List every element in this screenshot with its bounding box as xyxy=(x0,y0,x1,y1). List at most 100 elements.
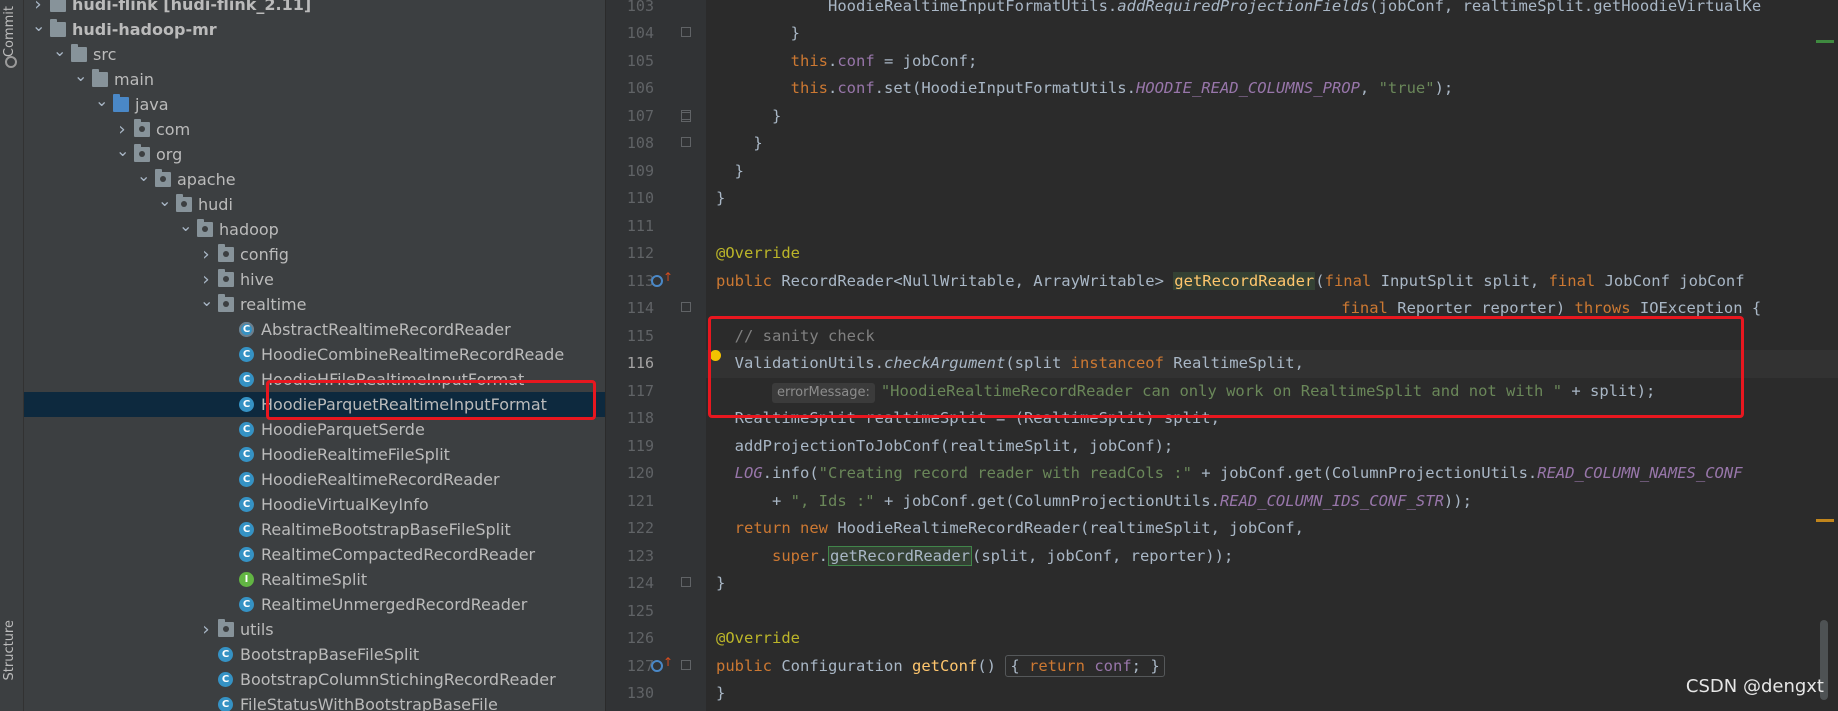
tree-item-file[interactable]: C RealtimeUnmergedRecordReader xyxy=(24,592,605,617)
line-number: 124 xyxy=(626,574,654,592)
fold-marker-icon[interactable] xyxy=(681,302,691,312)
chevron-down-icon[interactable]: ⌄ xyxy=(32,13,45,38)
line-number: 119 xyxy=(626,436,654,455)
tree-item-folder[interactable]: ⌄ apache xyxy=(24,166,605,192)
code-line[interactable]: LOG.info("Creating record reader with re… xyxy=(706,460,1838,488)
code-line[interactable]: super. getRecordReader (split, jobConf, re… xyxy=(706,543,1838,571)
tree-item-folder[interactable]: ⌄ main xyxy=(24,66,605,92)
line-number: 106 xyxy=(626,79,654,97)
lightbulb-icon[interactable] xyxy=(710,350,721,361)
tree-item-folder[interactable]: ⌄ hudi xyxy=(24,191,605,217)
tree-item-folder[interactable]: › hudi-flink [hudi-flink_2.11] xyxy=(24,0,605,17)
fold-marker-icon[interactable] xyxy=(681,660,691,670)
chevron-right-icon[interactable]: › xyxy=(200,242,212,267)
tree-item-file[interactable]: C HoodieRealtimeRecordReader xyxy=(24,467,605,492)
line-number: 127 xyxy=(626,656,654,675)
implements-arrow-icon[interactable]: ↑ xyxy=(663,655,673,669)
line-number: 130 xyxy=(626,684,654,702)
code-line[interactable]: } xyxy=(706,103,1838,131)
chevron-down-icon[interactable]: ⌄ xyxy=(200,288,213,313)
code-line[interactable] xyxy=(706,213,1838,241)
chevron-down-icon[interactable]: ⌄ xyxy=(179,213,192,238)
package-icon xyxy=(218,244,234,262)
editor-gutter: 103 104 105 106 107 108 109 110 111 112 113 114 115 1… xyxy=(606,0,706,711)
tree-item-label: HoodieParquetSerde xyxy=(261,420,425,439)
line-number: 103 xyxy=(626,0,654,15)
chevron-down-icon[interactable]: ⌄ xyxy=(158,188,171,213)
fold-marker-icon[interactable] xyxy=(681,577,691,587)
tree-item-folder[interactable]: ⌄ src xyxy=(24,41,605,67)
code-line[interactable]: + ", Ids :" + jobConf.get(ColumnProjecti… xyxy=(706,488,1838,516)
override-method-icon[interactable] xyxy=(651,660,663,672)
change-marker[interactable] xyxy=(1816,40,1834,43)
fold-marker-icon[interactable] xyxy=(681,112,691,122)
code-line[interactable]: addProjectionToJobConf(realtimeSplit, jo… xyxy=(706,433,1838,461)
tree-item-label: hudi-hadoop-mr xyxy=(72,20,217,39)
class-icon: C xyxy=(218,672,233,687)
tree-item-file[interactable]: C RealtimeBootstrapBaseFileSplit xyxy=(24,517,605,542)
tree-item-file[interactable]: C AbstractRealtimeRecordReader xyxy=(24,317,605,342)
code-line[interactable]: } xyxy=(706,185,1838,213)
code-line[interactable]: @Override xyxy=(706,625,1838,653)
tree-item-file[interactable]: C HoodieHFileRealtimeInputFormat xyxy=(24,367,605,392)
tree-item-file[interactable]: C HoodieParquetRealtimeInputFormat xyxy=(24,392,605,417)
code-line[interactable]: } xyxy=(706,20,1838,48)
tree-item-folder[interactable]: › hive xyxy=(24,267,605,292)
chevron-down-icon[interactable]: ⌄ xyxy=(74,63,87,88)
code-line[interactable]: errorMessage: "HoodieRealtimeRecordReader… xyxy=(706,378,1838,406)
chevron-down-icon[interactable]: ⌄ xyxy=(53,38,66,63)
implements-arrow-icon[interactable]: ↑ xyxy=(663,270,673,284)
line-number: 125 xyxy=(626,601,654,620)
tree-item-file[interactable]: C HoodieParquetSerde xyxy=(24,417,605,442)
code-line[interactable]: // sanity check xyxy=(706,323,1838,351)
tree-item-file[interactable]: C BootstrapBaseFileSplit xyxy=(24,642,605,667)
commit-icon xyxy=(5,56,17,68)
tree-item-folder[interactable]: › config xyxy=(24,242,605,267)
tree-item-label: HoodieCombineRealtimeRecordReade xyxy=(261,345,565,364)
tree-item-folder[interactable]: ⌄ org xyxy=(24,141,605,167)
project-tree[interactable]: › hudi-flink [hudi-flink_2.11] ⌄ hudi-hadoo… xyxy=(24,0,606,711)
tree-item-file[interactable]: I RealtimeSplit xyxy=(24,567,605,592)
tree-item-file[interactable]: C HoodieRealtimeFileSplit xyxy=(24,442,605,467)
chevron-right-icon[interactable]: › xyxy=(200,617,212,642)
code-line[interactable]: HoodieRealtimeInputFormatUtils.addRequir… xyxy=(706,0,1838,20)
code-line[interactable]: } xyxy=(706,680,1838,708)
tree-item-folder[interactable]: ⌄ java xyxy=(24,91,605,117)
fold-marker-icon[interactable] xyxy=(681,27,691,37)
tree-item-label: BootstrapBaseFileSplit xyxy=(240,645,420,664)
code-line[interactable]: ValidationUtils.checkArgument(split inst… xyxy=(706,350,1838,378)
chevron-down-icon[interactable]: ⌄ xyxy=(116,138,129,163)
tree-item-folder[interactable]: ⌄ hadoop xyxy=(24,216,605,242)
code-line[interactable]: RealtimeSplit realtimeSplit = (RealtimeS… xyxy=(706,405,1838,433)
override-method-icon[interactable] xyxy=(651,275,663,287)
code-line[interactable]: public RecordReader<NullWritable, ArrayW… xyxy=(706,268,1838,296)
tree-item-file[interactable]: C HoodieVirtualKeyInfo xyxy=(24,492,605,517)
tree-item-label: com xyxy=(156,120,191,139)
tree-item-file[interactable]: C BootstrapColumnStichingRecordReader xyxy=(24,667,605,692)
code-line[interactable]: return new HoodieRealtimeRecordReader(re… xyxy=(706,515,1838,543)
chevron-down-icon[interactable]: ⌄ xyxy=(137,163,150,188)
chevron-down-icon[interactable]: ⌄ xyxy=(95,88,108,113)
code-line[interactable]: this.conf.set(HoodieInputFormatUtils.HOO… xyxy=(706,75,1838,103)
commit-tool-button[interactable]: Commit xyxy=(2,6,17,57)
tree-item-folder[interactable]: › utils xyxy=(24,617,605,642)
tree-item-file[interactable]: C FileStatusWithBootstrapBaseFile xyxy=(24,692,605,711)
code-line[interactable]: } xyxy=(706,130,1838,158)
structure-tool-button[interactable]: Structure xyxy=(2,620,17,680)
code-line[interactable]: } xyxy=(706,158,1838,186)
tree-item-file[interactable]: C RealtimeCompactedRecordReader xyxy=(24,542,605,567)
tree-item-folder[interactable]: › com xyxy=(24,117,605,142)
tree-item-folder[interactable]: ⌄ realtime xyxy=(24,291,605,317)
code-line[interactable]: @Override xyxy=(706,240,1838,268)
code-editor[interactable]: HoodieRealtimeInputFormatUtils.addRequir… xyxy=(706,0,1838,711)
fold-marker-icon[interactable] xyxy=(681,137,691,147)
warning-marker[interactable] xyxy=(1816,519,1834,522)
tree-item-folder[interactable]: ⌄ hudi-hadoop-mr xyxy=(24,16,605,42)
code-line[interactable] xyxy=(706,598,1838,626)
code-line[interactable]: this.conf = jobConf; xyxy=(706,48,1838,76)
code-line[interactable]: public Configuration getConf() { return … xyxy=(706,653,1838,681)
code-line[interactable]: final Reporter reporter) throws IOExcept… xyxy=(706,295,1838,323)
code-line[interactable]: } xyxy=(706,570,1838,598)
tree-item-file[interactable]: C HoodieCombineRealtimeRecordReade xyxy=(24,342,605,367)
line-number: 112 xyxy=(626,244,654,262)
